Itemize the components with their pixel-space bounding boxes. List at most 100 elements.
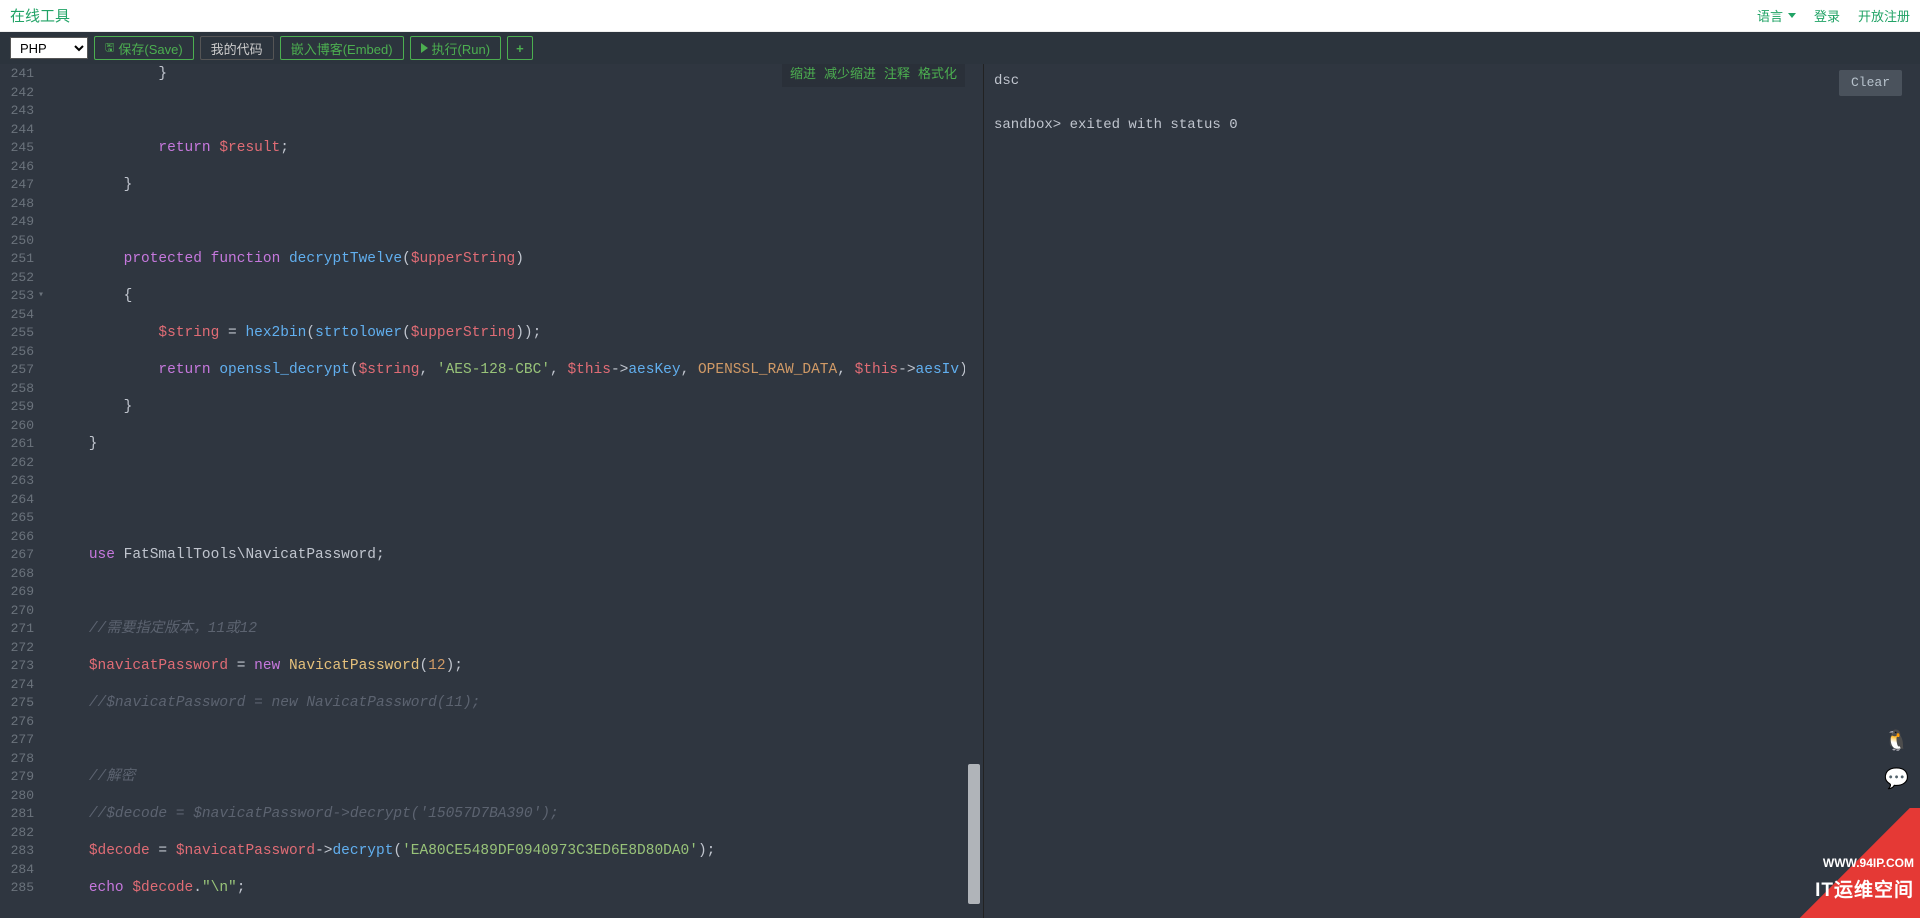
line-number: 259 (0, 398, 34, 417)
line-number: 280 (0, 787, 34, 806)
code-line[interactable]: protected function decryptTwelve($upperS… (54, 250, 965, 269)
chevron-down-icon (1788, 13, 1796, 18)
line-number: 272 (0, 639, 34, 658)
code-line[interactable]: //解密 (54, 768, 965, 787)
line-gutter: 2412422432442452462472482492502512522532… (0, 64, 40, 918)
wechat-icon[interactable]: 💬 (1884, 766, 1906, 788)
output-line: sandbox> exited with status 0 (994, 114, 1910, 136)
code-line[interactable] (54, 528, 965, 547)
run-button-label: 执行(Run) (432, 39, 491, 58)
code-line[interactable]: //$navicatPassword = new NavicatPassword… (54, 694, 965, 713)
code-line[interactable] (54, 102, 965, 121)
clear-button[interactable]: Clear (1839, 70, 1902, 96)
language-menu[interactable]: 语言 (1757, 6, 1796, 25)
line-number: 266 (0, 528, 34, 547)
run-button[interactable]: 执行(Run) (410, 36, 502, 60)
scrollbar-thumb[interactable] (968, 764, 980, 904)
code-line[interactable] (54, 787, 965, 806)
language-select[interactable]: PHP (10, 37, 88, 59)
code-editor[interactable]: 2412422432442452462472482492502512522532… (0, 64, 965, 918)
code-line[interactable] (54, 121, 965, 140)
code-line[interactable] (54, 713, 965, 732)
line-number: 256 (0, 343, 34, 362)
line-number: 264 (0, 491, 34, 510)
format-action[interactable]: 格式化 (918, 66, 957, 85)
code-line[interactable] (54, 861, 965, 880)
code-line[interactable] (54, 750, 965, 769)
embed-button-label: 嵌入博客(Embed) (291, 39, 393, 58)
code-line[interactable]: $string = hex2bin(strtolower($upperStrin… (54, 324, 965, 343)
line-number: 273 (0, 657, 34, 676)
line-number: 263 (0, 472, 34, 491)
editor-scrollbar[interactable] (965, 64, 983, 918)
line-number: 281 (0, 805, 34, 824)
save-button-label: 保存(Save) (118, 39, 182, 58)
code-line[interactable] (54, 158, 965, 177)
code-line[interactable] (54, 491, 965, 510)
code-line[interactable] (54, 213, 965, 232)
code-line[interactable]: echo $decode."\n"; (54, 879, 965, 898)
line-number: 276 (0, 713, 34, 732)
save-button[interactable]: 保存(Save) (94, 36, 194, 60)
code-line[interactable] (54, 232, 965, 251)
mycode-button[interactable]: 我的代码 (200, 36, 274, 60)
line-number: 258 (0, 380, 34, 399)
code-line[interactable]: $decode = $navicatPassword->decrypt('EA8… (54, 842, 965, 861)
code-line[interactable]: } (54, 398, 965, 417)
code-line[interactable] (54, 195, 965, 214)
code-line[interactable]: } (54, 176, 965, 195)
line-number: 284 (0, 861, 34, 880)
qq-icon[interactable]: 🐧 (1884, 728, 1906, 750)
code-line[interactable] (54, 731, 965, 750)
code-line[interactable] (54, 417, 965, 436)
code-line[interactable] (54, 602, 965, 621)
login-link[interactable]: 登录 (1814, 6, 1840, 25)
code-line[interactable]: $navicatPassword = new NavicatPassword(1… (54, 657, 965, 676)
line-number: 248 (0, 195, 34, 214)
header-right-links: 语言 登录 开放注册 (1757, 6, 1910, 25)
code-line[interactable]: //需要指定版本，11或12 (54, 620, 965, 639)
play-icon (421, 43, 428, 53)
page-header: 在线工具 语言 登录 开放注册 (0, 0, 1920, 32)
indent-action[interactable]: 缩进 (790, 66, 816, 85)
line-number: 243 (0, 102, 34, 121)
register-link[interactable]: 开放注册 (1858, 6, 1910, 25)
code-line[interactable] (54, 472, 965, 491)
code-line[interactable]: return $result; (54, 139, 965, 158)
line-number: 270 (0, 602, 34, 621)
line-number: 255 (0, 324, 34, 343)
output-line (994, 92, 1910, 114)
embed-button[interactable]: 嵌入博客(Embed) (280, 36, 404, 60)
line-number: 275 (0, 694, 34, 713)
code-area[interactable]: } return $result; } protected function d… (40, 64, 965, 918)
code-line[interactable]: } (54, 435, 965, 454)
line-number: 278 (0, 750, 34, 769)
code-line[interactable] (54, 454, 965, 473)
line-number: 262 (0, 454, 34, 473)
code-line[interactable] (54, 676, 965, 695)
line-number: 282 (0, 824, 34, 843)
line-number: 260 (0, 417, 34, 436)
code-line[interactable] (54, 269, 965, 288)
comment-action[interactable]: 注释 (884, 66, 910, 85)
code-line[interactable]: return openssl_decrypt($string, 'AES-128… (54, 361, 965, 380)
line-number: 261 (0, 435, 34, 454)
code-line[interactable] (54, 306, 965, 325)
unindent-action[interactable]: 减少缩进 (824, 66, 876, 85)
language-label: 语言 (1757, 6, 1783, 25)
add-button[interactable]: + (507, 36, 533, 60)
line-number: 269 (0, 583, 34, 602)
code-line[interactable]: { (54, 287, 965, 306)
site-title: 在线工具 (10, 5, 70, 26)
code-line[interactable] (54, 380, 965, 399)
code-line[interactable] (54, 583, 965, 602)
code-line[interactable] (54, 509, 965, 528)
code-line[interactable] (54, 824, 965, 843)
output-line: dsc (994, 70, 1910, 92)
code-line[interactable]: use FatSmallTools\NavicatPassword; (54, 546, 965, 565)
line-number: 252 (0, 269, 34, 288)
code-line[interactable] (54, 565, 965, 584)
code-line[interactable] (54, 343, 965, 362)
code-line[interactable]: //$decode = $navicatPassword->decrypt('1… (54, 805, 965, 824)
code-line[interactable] (54, 639, 965, 658)
